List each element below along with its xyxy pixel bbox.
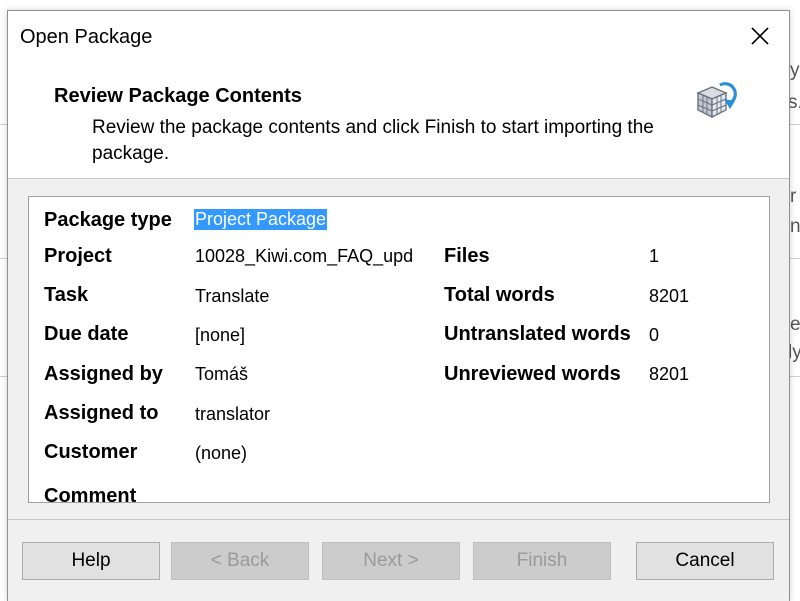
close-icon <box>751 27 769 45</box>
step-description: Review the package contents and click Fi… <box>92 117 654 164</box>
project-label: Project <box>44 245 112 267</box>
comment-label: Comment <box>44 485 137 503</box>
untranslated-words-value[interactable]: 0 <box>649 325 659 346</box>
assigned-by-label: Assigned by <box>44 363 163 385</box>
task-label: Task <box>44 284 89 306</box>
package-cube-refresh-icon <box>696 82 737 119</box>
total-words-value[interactable]: 8201 <box>649 286 689 307</box>
cancel-button[interactable]: Cancel <box>636 542 774 580</box>
wizard-header: Review Package Contents Review the packa… <box>8 63 789 179</box>
dialog-title: Open Package <box>20 26 153 48</box>
files-value[interactable]: 1 <box>649 246 659 267</box>
project-value[interactable]: 10028_Kiwi.com_FAQ_upd <box>195 246 413 267</box>
next-button[interactable]: Next > <box>322 542 460 580</box>
bg-text-fragment: e <box>790 314 800 335</box>
finish-button[interactable]: Finish <box>473 542 611 580</box>
bg-text-fragment: n <box>790 216 800 237</box>
customer-value[interactable]: (none) <box>195 443 247 464</box>
package-details-panel: Package type Project Task Due date Assig… <box>28 196 770 503</box>
open-package-dialog: Open Package Review Package Contents Rev… <box>7 10 790 601</box>
assigned-to-label: Assigned to <box>44 402 159 424</box>
close-button[interactable] <box>731 11 789 61</box>
step-title: Review Package Contents <box>54 85 302 107</box>
footer-divider <box>8 519 789 520</box>
total-words-label: Total words <box>444 284 555 306</box>
bg-text-fragment: r <box>790 186 797 207</box>
unreviewed-words-label: Unreviewed words <box>444 363 621 385</box>
task-value[interactable]: Translate <box>195 286 269 307</box>
assigned-to-value[interactable]: translator <box>195 404 270 425</box>
files-label: Files <box>444 245 490 267</box>
customer-label: Customer <box>44 441 138 463</box>
unreviewed-words-value[interactable]: 8201 <box>649 364 689 385</box>
package-type-label: Package type <box>44 209 172 231</box>
title-bar[interactable]: Open Package <box>8 11 789 63</box>
bg-text-fragment: y <box>790 60 800 81</box>
untranslated-words-label: Untranslated words <box>444 323 631 345</box>
assigned-by-value[interactable]: Tomáš <box>195 364 248 385</box>
help-button[interactable]: Help <box>22 542 160 580</box>
package-type-value[interactable]: Project Package <box>194 209 328 230</box>
due-date-label: Due date <box>44 323 129 345</box>
back-button[interactable]: < Back <box>171 542 309 580</box>
due-date-value[interactable]: [none] <box>195 325 245 346</box>
